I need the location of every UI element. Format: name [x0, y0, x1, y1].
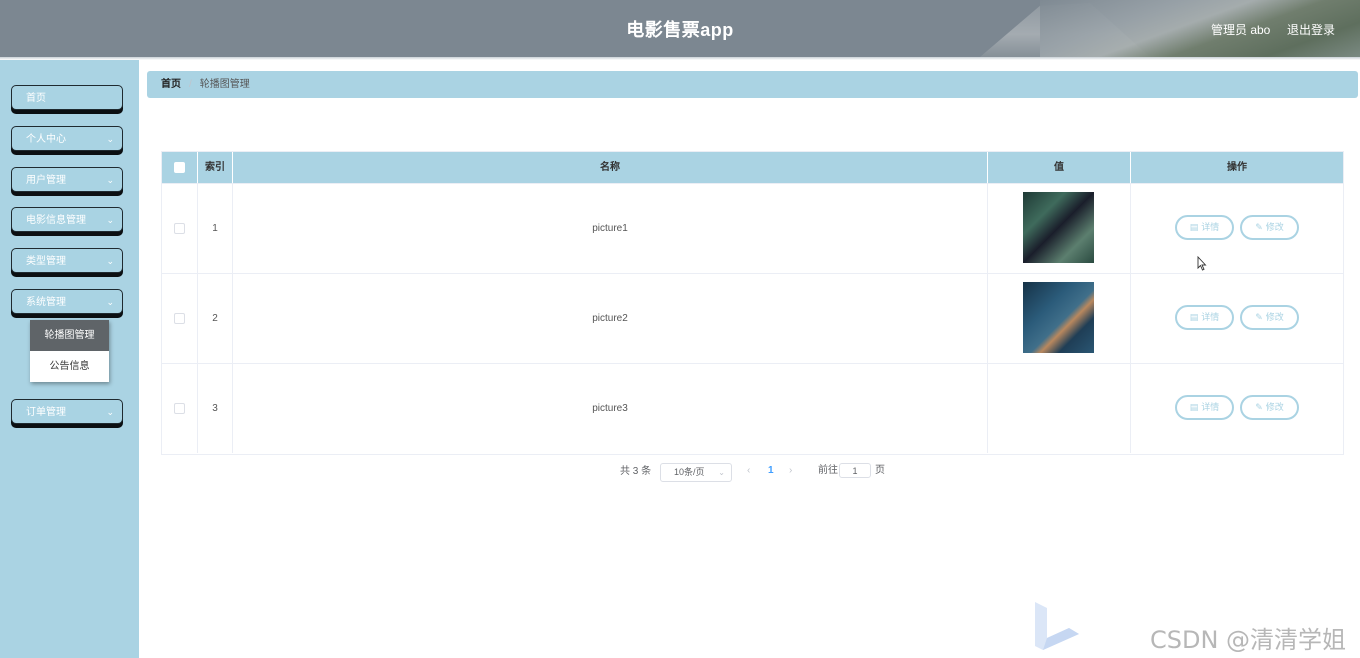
- chevron-down-icon: ⌄: [718, 468, 725, 477]
- sidebar-item-movie-info[interactable]: 电影信息管理 ⌄: [11, 207, 123, 232]
- page-size-select[interactable]: 10条/页 ⌄: [660, 463, 732, 482]
- breadcrumb: 首页 / 轮播图管理: [147, 71, 1358, 98]
- goto-suffix: 页: [875, 465, 885, 476]
- column-header-name: 名称: [233, 152, 988, 183]
- sidebar-item-type-management[interactable]: 类型管理 ⌄: [11, 248, 123, 273]
- submenu-item-carousel[interactable]: 轮播图管理: [30, 320, 109, 351]
- edit-button[interactable]: ✎ 修改: [1240, 395, 1299, 420]
- table-row: 2 picture2 ▤ 详情 ✎ 修改: [162, 273, 1343, 363]
- edit-button[interactable]: ✎ 修改: [1240, 305, 1299, 330]
- row-select-cell: [162, 184, 198, 273]
- pencil-icon: ✎: [1255, 402, 1263, 412]
- row-index: 1: [198, 184, 233, 273]
- submenu-item-notice[interactable]: 公告信息: [30, 351, 109, 382]
- header-divider: [0, 57, 1360, 60]
- page-size-value: 10条/页: [674, 467, 705, 477]
- edit-label: 修改: [1265, 222, 1284, 232]
- row-checkbox[interactable]: [174, 222, 185, 234]
- sidebar-item-home[interactable]: 首页: [11, 85, 123, 110]
- detail-button[interactable]: ▤ 详情: [1175, 305, 1234, 330]
- table-row: 3 picture3 ▤ 详情 ✎ 修改: [162, 363, 1343, 453]
- user-label: 管理员 abo: [1211, 23, 1271, 37]
- row-actions: ▤ 详情 ✎ 修改: [1131, 364, 1343, 453]
- row-checkbox[interactable]: [174, 312, 185, 324]
- mouse-cursor-icon: [1197, 256, 1207, 271]
- chevron-left-icon[interactable]: ‹: [747, 462, 750, 482]
- pencil-icon: ✎: [1255, 312, 1263, 322]
- sidebar-item-label: 个人中心: [26, 134, 66, 145]
- page-number-current[interactable]: 1: [768, 462, 774, 482]
- row-checkbox[interactable]: [174, 402, 185, 414]
- document-icon: ▤: [1189, 312, 1199, 322]
- breadcrumb-separator: /: [189, 79, 192, 90]
- row-actions: ▤ 详情 ✎ 修改: [1131, 184, 1343, 273]
- chevron-down-icon: ⌄: [106, 407, 114, 417]
- sidebar-item-user-management[interactable]: 用户管理 ⌄: [11, 167, 123, 192]
- table-row: 1 picture1 ▤ 详情 ✎ 修改: [162, 183, 1343, 273]
- row-select-cell: [162, 274, 198, 363]
- pagination-total: 共 3 条: [620, 466, 652, 477]
- edit-button[interactable]: ✎ 修改: [1240, 215, 1299, 240]
- app-title: 电影售票app: [626, 20, 734, 40]
- sidebar-item-label: 电影信息管理: [26, 215, 86, 226]
- column-header-actions: 操作: [1227, 162, 1247, 173]
- row-index: 3: [198, 364, 233, 453]
- chevron-down-icon: ⌄: [106, 175, 114, 185]
- chevron-down-icon: ⌄: [106, 297, 114, 307]
- row-index: 2: [198, 274, 233, 363]
- breadcrumb-home[interactable]: 首页: [161, 79, 181, 90]
- pencil-icon: ✎: [1255, 222, 1263, 232]
- watermark-logo-icon: [1035, 602, 1079, 650]
- detail-label: 详情: [1201, 402, 1220, 412]
- sidebar-item-label: 类型管理: [26, 256, 66, 267]
- sidebar-item-label: 订单管理: [26, 407, 66, 418]
- document-icon: ▤: [1189, 222, 1199, 232]
- data-table: 索引 名称 值 操作 1 picture1 ▤ 详情 ✎ 修改 2 picture2…: [161, 151, 1344, 455]
- edit-label: 修改: [1265, 402, 1284, 412]
- detail-label: 详情: [1201, 312, 1220, 322]
- row-actions: ▤ 详情 ✎ 修改: [1131, 274, 1343, 363]
- logout-link[interactable]: 退出登录: [1287, 21, 1335, 38]
- edit-label: 修改: [1265, 312, 1284, 322]
- select-all-checkbox[interactable]: [174, 161, 185, 173]
- sidebar-item-label: 系统管理: [26, 297, 66, 308]
- chevron-right-icon[interactable]: ›: [789, 462, 792, 482]
- sidebar-item-label: 首页: [26, 93, 46, 104]
- row-select-cell: [162, 364, 198, 453]
- sidebar-item-label: 用户管理: [26, 175, 66, 186]
- row-name: picture1: [233, 184, 988, 273]
- detail-button[interactable]: ▤ 详情: [1175, 395, 1234, 420]
- carousel-image-thumbnail[interactable]: [1023, 192, 1094, 263]
- detail-button[interactable]: ▤ 详情: [1175, 215, 1234, 240]
- sidebar-item-system-management[interactable]: 系统管理 ⌄: [11, 289, 123, 314]
- chevron-down-icon: ⌄: [106, 215, 114, 225]
- chevron-down-icon: ⌄: [106, 256, 114, 266]
- row-value-cell: [988, 274, 1131, 363]
- column-header-index: 索引: [198, 152, 233, 183]
- goto-page-input[interactable]: [839, 463, 871, 478]
- watermark-text: CSDN @清清学姐: [1150, 626, 1347, 654]
- row-name: picture3: [233, 364, 988, 453]
- detail-label: 详情: [1201, 222, 1220, 232]
- top-header: 电影售票app 管理员 abo 退出登录: [0, 0, 1360, 57]
- column-header-value: 值: [988, 152, 1131, 183]
- row-name: picture2: [233, 274, 988, 363]
- row-value-cell: [988, 364, 1131, 453]
- carousel-image-thumbnail[interactable]: [1023, 282, 1094, 353]
- system-submenu: 轮播图管理 公告信息: [30, 320, 109, 382]
- row-value-cell: [988, 184, 1131, 273]
- breadcrumb-current: 轮播图管理: [199, 79, 250, 90]
- table-header: 索引 名称 值 操作: [162, 152, 1343, 183]
- chevron-down-icon: ⌄: [106, 134, 114, 144]
- goto-label: 前往: [818, 465, 838, 476]
- sidebar-item-order-management[interactable]: 订单管理 ⌄: [11, 399, 123, 424]
- sidebar-item-personal-center[interactable]: 个人中心 ⌄: [11, 126, 123, 151]
- select-all-cell: [162, 152, 198, 183]
- document-icon: ▤: [1189, 402, 1199, 412]
